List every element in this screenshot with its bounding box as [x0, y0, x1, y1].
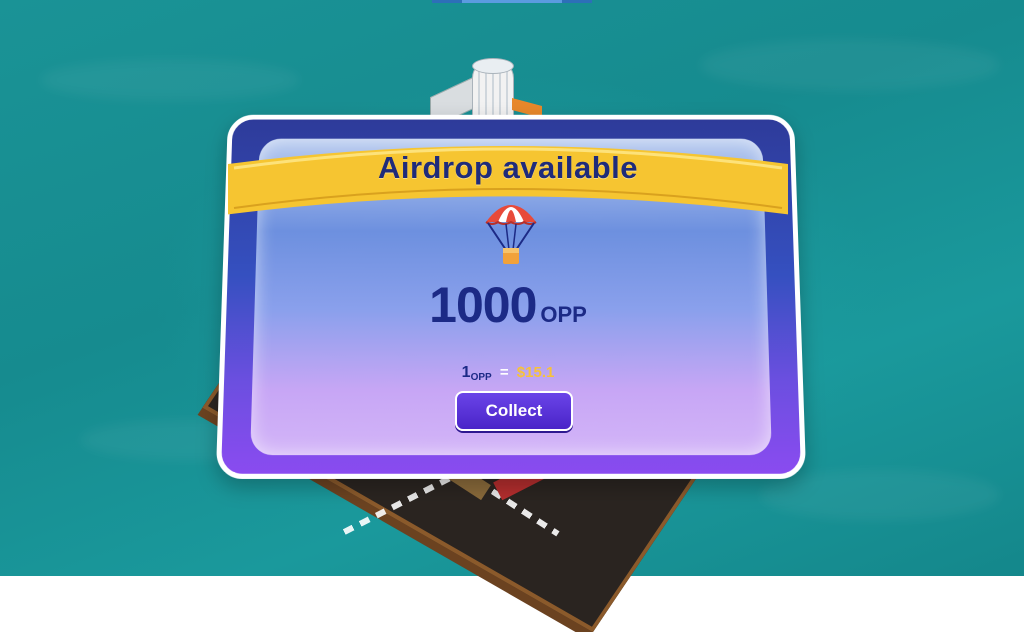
- rate-quantity: 1: [461, 364, 471, 381]
- amount-value: 1000: [429, 277, 537, 333]
- airdrop-amount: 1000 OPP: [228, 276, 788, 334]
- parachute-icon: [484, 196, 538, 268]
- amount-unit: OPP: [540, 302, 587, 327]
- popup-title: Airdrop available: [377, 150, 639, 185]
- rate-value: $15.1: [516, 364, 555, 381]
- collect-button[interactable]: Collect: [455, 391, 573, 431]
- rate-unit: OPP: [470, 372, 492, 383]
- exchange-rate: 1OPP = $15.1: [228, 364, 788, 383]
- top-indicator-bar: [432, 0, 592, 3]
- rate-equals: =: [499, 364, 509, 381]
- tower-roof: [472, 58, 514, 74]
